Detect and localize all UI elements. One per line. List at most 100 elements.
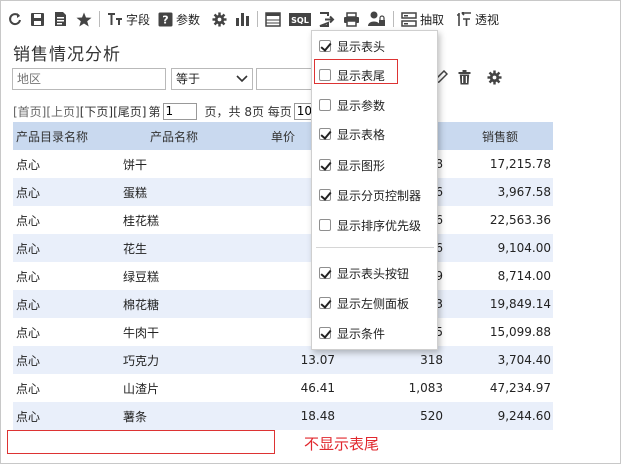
column-header[interactable]: 产品目录名称 [13,128,120,145]
pager-page-prefix: 第 [148,104,161,119]
table-cell: 绿豆糕 [123,269,160,284]
table-row[interactable]: 点心桂花糕75622,563.36 [13,206,553,234]
table-cell: 点心 [16,241,41,256]
export-icon [319,11,335,27]
table-cell: 点心 [16,409,41,424]
menu-item-show-chart[interactable]: 显示图形 [312,151,437,179]
filter-operator-select[interactable]: 等于 [171,68,253,90]
sql-icon: SQL [289,12,312,26]
menu-item-show-params[interactable]: 显示参数 [312,91,437,119]
table-cell: 1,083 [408,381,443,395]
table-cell: 3,704.40 [497,353,551,367]
layout-icon [265,11,281,27]
field-button[interactable]: 字段 [103,6,154,32]
table-cell: 13.07 [300,353,335,367]
pager: [首页] [上页] [下页] [尾页] 第 页，共 8页 每页 [13,102,326,120]
show-params-checkbox[interactable] [319,99,331,111]
gear-icon [487,70,502,85]
field-icon [108,12,122,25]
menu-item-show-header[interactable]: 显示表头 [312,32,437,60]
save-as-button[interactable] [49,6,72,32]
print-button[interactable] [339,6,364,32]
menu-item-show-table[interactable]: 显示表格 [312,120,437,148]
field-button-label: 字段 [126,12,151,27]
table-row[interactable]: 点心蛋糕963,967.58 [13,178,553,206]
table-body: 点心饼干16817,215.78点心蛋糕963,967.58点心桂花糕75622… [13,150,553,430]
param-button-label: 参数 [176,12,201,27]
filter-value-input[interactable] [256,68,312,90]
pivot-button-label: 透视 [475,12,500,27]
trash-icon [458,70,471,85]
sql-button[interactable]: SQL [285,6,315,32]
table-cell: 点心 [16,269,41,284]
permission-button[interactable] [364,6,390,32]
table-row[interactable]: 点心饼干16817,215.78 [13,150,553,178]
toolbar: 字段 ? 参数 SQL 抽取 透视 [4,6,503,32]
menu-item-show-left-panel[interactable]: 显示左侧面板 [312,289,437,317]
print-icon [344,11,360,27]
settings-button[interactable] [208,6,231,32]
bar-chart-icon [236,12,250,26]
save-button[interactable] [26,6,49,32]
table-row[interactable]: 点心绿豆糕1198,714.00 [13,262,553,290]
layout-button[interactable] [261,6,285,32]
filter-operator-value: 等于 [176,72,201,86]
pager-page-suffix: 页，共 8页 每页 [204,104,292,119]
favorite-button[interactable] [72,6,96,32]
table-cell: 棉花糖 [123,297,160,312]
pager-first-link[interactable]: [首页] [13,103,46,120]
extract-button[interactable]: 抽取 [397,6,448,32]
pager-next-link[interactable]: [下页] [80,103,113,120]
filter-field-input[interactable] [12,68,166,90]
table-row[interactable]: 点心花生969,104.00 [13,234,553,262]
pager-prev-link[interactable]: [上页] [46,103,79,120]
table-row[interactable]: 点心棉花糖28319,849.14 [13,290,553,318]
pager-last-link[interactable]: [尾页] [113,103,146,120]
table-cell: 9,104.00 [497,241,551,255]
table-cell: 山渣片 [123,381,160,396]
show-conditions-checkbox[interactable] [319,327,331,339]
table-row[interactable]: 点心 山渣片 46.41 1,083 47,234.97 [13,374,553,402]
table-row[interactable]: 点心 薯条 18.48 520 9,244.60 [13,402,553,430]
show-header-buttons-checkbox[interactable] [319,267,331,279]
pivot-button[interactable]: 透视 [452,6,503,32]
condition-settings-button[interactable] [487,70,502,88]
table-cell: 520 [420,409,443,423]
star-icon [76,12,92,26]
table-cell: 点心 [16,297,41,312]
show-table-checkbox[interactable] [319,128,331,140]
menu-item-show-conditions[interactable]: 显示条件 [312,319,437,347]
menu-item-show-pager[interactable]: 显示分页控制器 [312,181,437,209]
menu-item-show-sort-priority[interactable]: 显示排序优先级 [312,211,437,239]
show-chart-checkbox[interactable] [319,159,331,171]
export-button[interactable] [315,6,339,32]
show-header-checkbox[interactable] [319,40,331,52]
table-cell: 19,849.14 [489,297,551,311]
menu-item-label: 显示图形 [337,158,386,173]
chart-button[interactable] [231,6,254,32]
toolbar-separator [99,11,100,27]
param-button[interactable]: ? 参数 [154,6,204,32]
table-cell: 牛肉干 [123,325,160,340]
chevron-down-icon [236,75,248,83]
menu-item-label: 显示条件 [337,326,386,341]
column-header[interactable]: 销售额 [446,128,553,145]
menu-item-show-header-buttons[interactable]: 显示表头按钮 [312,259,437,287]
column-header[interactable]: 产品名称 [120,128,228,145]
show-left-panel-checkbox[interactable] [319,297,331,309]
show-footer-highlight [314,59,398,84]
refresh-button[interactable] [4,6,26,32]
table-cell: 22,563.36 [489,213,551,227]
table-cell: 花生 [123,241,148,256]
show-pager-checkbox[interactable] [319,189,331,201]
delete-condition-button[interactable] [458,70,471,88]
table-row[interactable]: 点心牛肉干40515,099.88 [13,318,553,346]
menu-item-label: 显示表头按钮 [337,266,410,281]
svg-text:SQL: SQL [291,16,309,25]
toolbar-separator [393,11,395,27]
menu-item-label: 显示表头 [337,39,386,54]
show-sort-priority-checkbox[interactable] [319,219,331,231]
table-row[interactable]: 点心 巧克力 13.07 318 3,704.40 [13,346,553,374]
table-cell: 饼干 [123,157,148,172]
pager-page-input[interactable] [162,102,197,120]
